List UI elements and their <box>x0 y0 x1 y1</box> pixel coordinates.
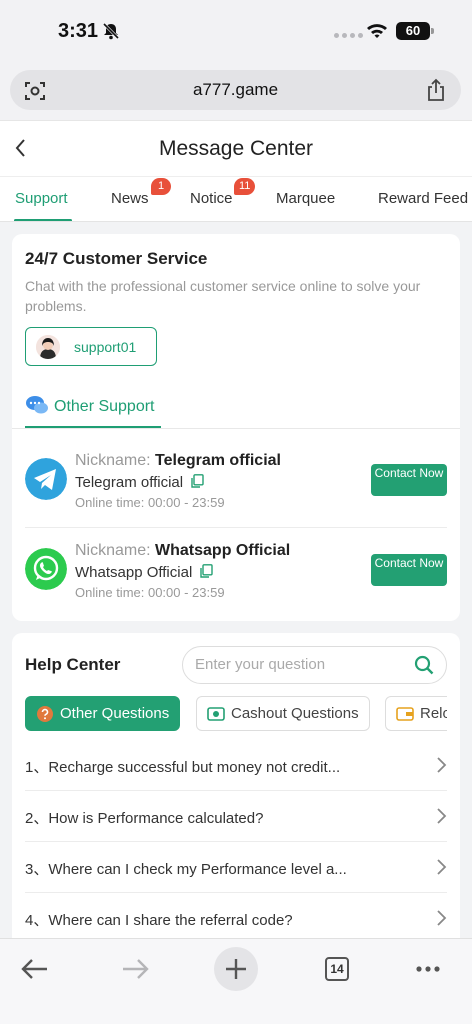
category-cashout-questions[interactable]: Cashout Questions <box>196 696 370 731</box>
copy-icon[interactable] <box>191 474 204 488</box>
question-item[interactable]: 1、Recharge successful but money not cred… <box>25 740 447 791</box>
nickname-line: Nickname: Whatsapp Official <box>75 542 290 560</box>
tab-count: 14 <box>325 957 349 981</box>
contact-info: Nickname: Whatsapp Official Whatsapp Off… <box>75 542 290 600</box>
news-badge: 1 <box>151 178 171 195</box>
other-support-label: Other Support <box>54 398 155 415</box>
copy-icon[interactable] <box>200 564 214 578</box>
url-text: a777.game <box>192 80 279 99</box>
back-arrow-icon[interactable] <box>13 947 57 991</box>
browser-address-area: a777.game <box>0 62 472 120</box>
chat-bubbles-icon <box>26 396 48 414</box>
divider <box>12 428 460 429</box>
category-label: Other Questions <box>60 705 170 722</box>
tabs-overview-button[interactable]: 14 <box>314 947 358 991</box>
contact-now-button[interactable]: Contact Now <box>371 464 447 496</box>
question-item[interactable]: 3、Where can I check my Performance level… <box>25 842 447 893</box>
url-bar[interactable]: a777.game <box>10 70 461 110</box>
help-search-box <box>182 646 447 684</box>
question-text: 2、How is Performance calculated? <box>25 810 264 827</box>
whatsapp-icon <box>25 548 67 590</box>
wifi-icon <box>367 24 387 38</box>
status-time: 3:31 <box>58 20 99 42</box>
question-mark-icon <box>37 706 53 722</box>
question-text: 4、Where can I share the referral code? <box>25 912 293 929</box>
bell-off-icon <box>102 22 120 40</box>
chevron-right-icon <box>437 910 447 926</box>
contact-row: Nickname: Telegram official Telegram off… <box>12 438 460 526</box>
nickname-value: Whatsapp Official <box>155 542 291 559</box>
question-text: 3、Where can I check my Performance level… <box>25 861 347 878</box>
contact-info: Nickname: Telegram official Telegram off… <box>75 452 281 510</box>
online-time: Online time: 00:00 - 23:59 <box>75 585 225 600</box>
tab-news[interactable]: News 1 <box>111 178 171 207</box>
support-agent-label: support01 <box>74 339 137 355</box>
status-bar: 3:31 60 <box>0 0 472 62</box>
tab-notice-label: Notice <box>190 190 233 207</box>
forward-arrow-icon[interactable] <box>113 947 157 991</box>
tab-news-label: News <box>111 190 149 207</box>
question-categories: Other Questions Cashout Questions Reload… <box>25 696 447 732</box>
page-title: Message Center <box>158 137 314 160</box>
agent-avatar <box>36 335 60 359</box>
help-center-card: Help Center Other Questions Cashout Ques… <box>12 633 460 953</box>
wallet-icon <box>396 707 414 721</box>
page-header: Message Center <box>0 120 472 176</box>
customer-service-card: 24/7 Customer Service Chat with the prof… <box>12 234 460 621</box>
chevron-right-icon <box>437 859 447 875</box>
account-line: Whatsapp Official <box>75 564 290 581</box>
cellular-signal-icon <box>334 33 363 38</box>
account-value: Whatsapp Official <box>75 564 193 581</box>
active-tab-indicator <box>14 219 72 221</box>
service-title: 24/7 Customer Service <box>25 249 208 268</box>
online-time: Online time: 00:00 - 23:59 <box>75 495 225 510</box>
category-label: Reload Questions <box>420 705 447 722</box>
notice-badge: 11 <box>234 178 256 195</box>
search-icon[interactable] <box>414 655 434 675</box>
question-text: 1、Recharge successful but money not cred… <box>25 759 341 776</box>
message-tabs: Support News 1 Notice 11 Marquee Reward … <box>0 176 472 222</box>
question-item[interactable]: 2、How is Performance calculated? <box>25 791 447 842</box>
nickname-line: Nickname: Telegram official <box>75 452 281 470</box>
tab-notice[interactable]: Notice 11 <box>190 178 256 207</box>
nickname-label: Nickname: <box>75 452 151 469</box>
support-agent-button[interactable]: support01 <box>25 327 157 366</box>
new-tab-button[interactable] <box>214 947 258 991</box>
category-label: Cashout Questions <box>231 705 359 722</box>
nickname-label: Nickname: <box>75 542 151 559</box>
telegram-icon <box>25 458 67 500</box>
help-title: Help Center <box>25 655 121 674</box>
account-value: Telegram official <box>75 474 184 491</box>
tab-reward-feed[interactable]: Reward Feed <box>378 190 468 207</box>
nickname-value: Telegram official <box>155 452 281 469</box>
chevron-right-icon <box>437 757 447 773</box>
browser-toolbar: 14 <box>0 938 472 1024</box>
question-item[interactable]: 4、Where can I share the referral code? <box>25 893 447 944</box>
more-icon[interactable] <box>406 947 450 991</box>
contact-now-button[interactable]: Contact Now <box>371 554 447 586</box>
battery-indicator: 60 <box>396 22 434 40</box>
cash-icon <box>207 707 225 721</box>
category-reload-questions[interactable]: Reload Questions <box>385 696 447 731</box>
service-description: Chat with the professional customer serv… <box>25 278 421 314</box>
contact-row: Nickname: Whatsapp Official Whatsapp Off… <box>25 527 447 615</box>
plus-icon <box>226 959 246 979</box>
tab-marquee[interactable]: Marquee <box>276 190 335 207</box>
category-other-questions[interactable]: Other Questions <box>25 696 181 731</box>
account-line: Telegram official <box>75 474 281 491</box>
help-search-input[interactable] <box>195 656 405 673</box>
chevron-right-icon <box>437 808 447 824</box>
tab-support[interactable]: Support <box>15 190 68 207</box>
share-icon[interactable] <box>425 78 447 102</box>
